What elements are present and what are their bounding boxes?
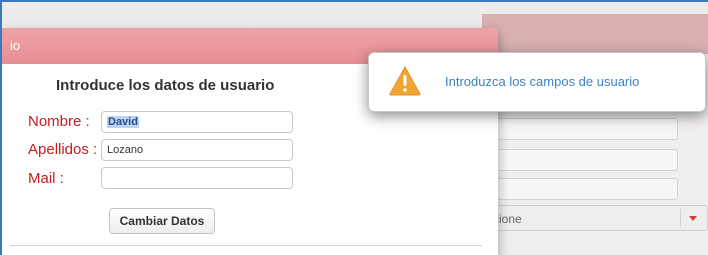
nombre-label: Nombre : [28, 113, 90, 130]
nombre-field[interactable]: David [101, 111, 293, 133]
apellidos-value: Lozano [107, 144, 144, 156]
mail-field[interactable] [101, 167, 293, 189]
background-field-2 [482, 149, 678, 171]
apellidos-label: Apellidos : [28, 141, 98, 158]
warning-icon [389, 66, 421, 96]
change-data-button[interactable]: Cambiar Datos [109, 208, 215, 234]
dialog-divider [10, 245, 482, 246]
background-field-3 [482, 178, 678, 200]
mail-label: Mail : [28, 170, 64, 187]
background-header [482, 14, 708, 54]
app-window: cione io Introduce los datos de usuario … [0, 0, 708, 255]
chevron-down-icon [689, 216, 697, 221]
nombre-value: David [107, 116, 139, 128]
toast-message: Introduzca los campos de usuario [445, 74, 640, 89]
background-select-divider [680, 209, 681, 227]
warning-toast[interactable]: Introduzca los campos de usuario [368, 52, 706, 112]
apellidos-field[interactable]: Lozano [101, 139, 293, 161]
background-field-1 [482, 118, 678, 140]
dialog-title: io [10, 38, 21, 53]
background-select: cione [472, 205, 708, 231]
dialog-heading: Introduce los datos de usuario [56, 77, 275, 94]
